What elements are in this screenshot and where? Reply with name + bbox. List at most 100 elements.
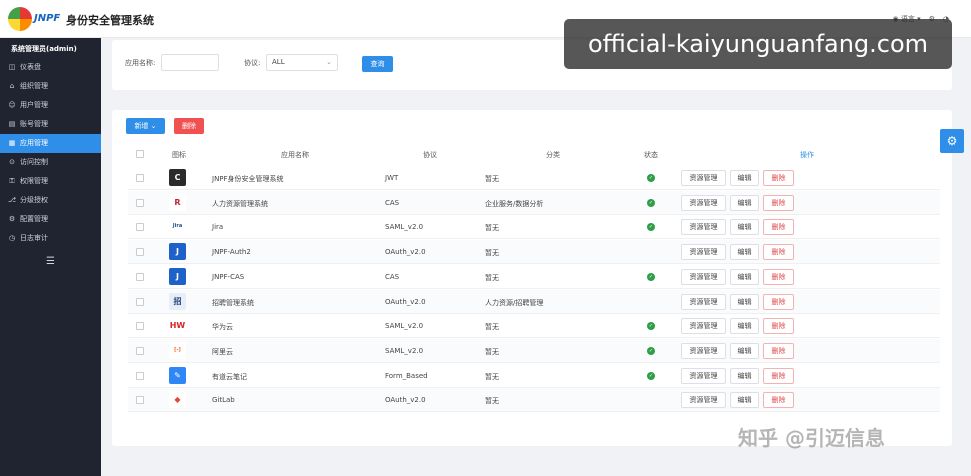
resource-manage-button[interactable]: 资源管理 bbox=[681, 170, 726, 186]
row-checkbox[interactable] bbox=[136, 223, 144, 232]
app-category: 人力资源/招聘管理 bbox=[485, 298, 544, 307]
sidebar-item-0[interactable]: ◫ 仪表盘 bbox=[0, 58, 101, 77]
system-title: 身份安全管理系统 bbox=[66, 14, 154, 27]
jnpf-auth2-app-icon: J bbox=[169, 243, 186, 261]
delete-button[interactable]: 删除 bbox=[763, 244, 794, 261]
app-protocol: JWT bbox=[385, 174, 399, 182]
app-name: JNPF-CAS bbox=[212, 272, 245, 281]
jnpf-cas-app-icon: J bbox=[169, 267, 186, 285]
app-name: JNPF-Auth2 bbox=[212, 248, 251, 257]
add-button[interactable]: 新增 ⌄ bbox=[126, 118, 165, 134]
resource-manage-button[interactable]: 资源管理 bbox=[681, 342, 726, 359]
app-category: 暂无 bbox=[485, 372, 499, 381]
delete-button[interactable]: 删除 bbox=[763, 268, 794, 285]
sidebar-item-2[interactable]: ☺ 用户管理 bbox=[0, 96, 101, 115]
status-enabled-icon: ✓ bbox=[647, 346, 655, 355]
edit-button[interactable]: 编辑 bbox=[730, 170, 759, 186]
jnpf-app-icon: C bbox=[169, 169, 186, 186]
sidebar-item-7[interactable]: ⎇ 分级授权 bbox=[0, 191, 101, 210]
status-enabled-icon: ✓ bbox=[647, 272, 655, 281]
resource-manage-button[interactable]: 资源管理 bbox=[681, 367, 726, 384]
edit-button[interactable]: 编辑 bbox=[730, 392, 759, 409]
row-checkbox[interactable] bbox=[136, 396, 144, 405]
status-enabled-icon: ✓ bbox=[647, 223, 655, 232]
resource-manage-button[interactable]: 资源管理 bbox=[681, 219, 726, 236]
edit-button[interactable]: 编辑 bbox=[730, 244, 759, 261]
row-checkbox[interactable] bbox=[136, 174, 144, 182]
protocol-label: 协议: bbox=[244, 59, 261, 67]
log-icon: ◷ bbox=[8, 234, 16, 242]
table-row: HW 华为云 SAML_v2.0 暂无 ✓ 资源管理 编辑 删除 bbox=[128, 314, 940, 339]
gear-icon: ⚙ bbox=[946, 134, 958, 148]
chevron-down-icon: ⌄ bbox=[326, 58, 332, 66]
row-checkbox[interactable] bbox=[136, 297, 144, 306]
edit-button[interactable]: 编辑 bbox=[730, 194, 759, 211]
sidebar-item-label: 应用管理 bbox=[20, 139, 48, 147]
table-row: C JNPF身份安全管理系统 JWT 暂无 ✓ 资源管理 编辑 删除 bbox=[128, 166, 940, 190]
resource-manage-button[interactable]: 资源管理 bbox=[681, 293, 726, 310]
sidebar-item-9[interactable]: ◷ 日志审计 bbox=[0, 229, 101, 248]
permission-icon: ⚿ bbox=[9, 177, 15, 185]
app-category: 企业服务/数据分析 bbox=[485, 199, 544, 208]
edit-button[interactable]: 编辑 bbox=[730, 367, 759, 384]
table-row: Jira Jira SAML_v2.0 暂无 ✓ 资源管理 编辑 删除 bbox=[128, 215, 940, 240]
delete-button[interactable]: 删除 bbox=[763, 318, 794, 335]
delete-button[interactable]: 删除 bbox=[763, 170, 794, 186]
sidebar-item-6[interactable]: ⚿ 权限管理 bbox=[0, 172, 101, 191]
settings-float-button[interactable]: ⚙ bbox=[940, 129, 964, 153]
resource-manage-button[interactable]: 资源管理 bbox=[681, 244, 726, 261]
select-all-checkbox[interactable] bbox=[136, 150, 144, 158]
resource-manage-button[interactable]: 资源管理 bbox=[681, 194, 726, 211]
sidebar-item-3[interactable]: ▤ 账号管理 bbox=[0, 115, 101, 134]
delete-button[interactable]: 删除 bbox=[763, 367, 794, 384]
edit-button[interactable]: 编辑 bbox=[730, 293, 759, 310]
app-name-input[interactable] bbox=[161, 54, 219, 71]
app-category: 暂无 bbox=[485, 323, 499, 332]
jira-app-icon: Jira bbox=[169, 218, 186, 236]
sidebar-item-label: 配置管理 bbox=[20, 215, 48, 223]
app-icon: ▦ bbox=[8, 139, 16, 147]
row-checkbox[interactable] bbox=[136, 248, 144, 257]
status-enabled-icon: ✓ bbox=[647, 174, 655, 182]
edit-button[interactable]: 编辑 bbox=[730, 268, 759, 285]
delete-button[interactable]: 删除 bbox=[763, 219, 794, 236]
delete-button[interactable]: 删除 bbox=[763, 194, 794, 211]
delete-button[interactable]: 删除 bbox=[763, 392, 794, 409]
row-checkbox[interactable] bbox=[136, 272, 144, 281]
chevron-down-icon: ⌄ bbox=[150, 122, 157, 130]
edit-button[interactable]: 编辑 bbox=[730, 342, 759, 359]
sidebar-item-1[interactable]: ⌂ 组织管理 bbox=[0, 77, 101, 96]
table-row: J JNPF-Auth2 OAuth_v2.0 暂无 资源管理 编辑 删除 bbox=[128, 240, 940, 265]
status-enabled-icon: ✓ bbox=[647, 371, 655, 380]
resource-manage-button[interactable]: 资源管理 bbox=[681, 268, 726, 285]
row-checkbox[interactable] bbox=[136, 371, 144, 380]
table-row: 招 招聘管理系统 OAuth_v2.0 人力资源/招聘管理 资源管理 编辑 删除 bbox=[128, 289, 940, 314]
delete-button[interactable]: 删除 bbox=[763, 342, 794, 359]
delete-button[interactable]: 删除 bbox=[763, 293, 794, 310]
protocol-select[interactable]: ALL ⌄ bbox=[266, 54, 338, 71]
row-checkbox[interactable] bbox=[136, 322, 144, 331]
sidebar-item-label: 分级授权 bbox=[20, 196, 48, 204]
sidebar-item-5[interactable]: ⊙ 访问控制 bbox=[0, 153, 101, 172]
sidebar-item-4[interactable]: ▦ 应用管理 bbox=[0, 134, 101, 153]
app-protocol: CAS bbox=[385, 272, 400, 281]
app-category: 暂无 bbox=[485, 175, 499, 183]
batch-delete-button[interactable]: 删除 bbox=[174, 118, 204, 134]
menu-collapse-icon[interactable]: ☰ bbox=[0, 248, 101, 267]
sidebar-item-label: 权限管理 bbox=[20, 177, 48, 185]
sidebar-item-8[interactable]: ⚙ 配置管理 bbox=[0, 210, 101, 229]
search-button[interactable]: 查询 bbox=[362, 56, 393, 72]
config-icon: ⚙ bbox=[8, 215, 16, 223]
recruit-app-icon: 招 bbox=[169, 292, 186, 310]
resource-manage-button[interactable]: 资源管理 bbox=[681, 392, 726, 409]
app-protocol: SAML_v2.0 bbox=[385, 322, 424, 331]
edit-button[interactable]: 编辑 bbox=[730, 318, 759, 335]
edit-button[interactable]: 编辑 bbox=[730, 219, 759, 236]
resource-manage-button[interactable]: 资源管理 bbox=[681, 318, 726, 335]
sidebar-item-label: 账号管理 bbox=[20, 120, 48, 128]
row-checkbox[interactable] bbox=[136, 346, 144, 355]
table-row: ✎ 有道云笔记 Form_Based 暂无 ✓ 资源管理 编辑 删除 bbox=[128, 364, 940, 388]
col-header-status: 状态 bbox=[644, 151, 658, 159]
table-row: R 人力资源管理系统 CAS 企业服务/数据分析 ✓ 资源管理 编辑 删除 bbox=[128, 190, 940, 215]
row-checkbox[interactable] bbox=[136, 198, 144, 207]
